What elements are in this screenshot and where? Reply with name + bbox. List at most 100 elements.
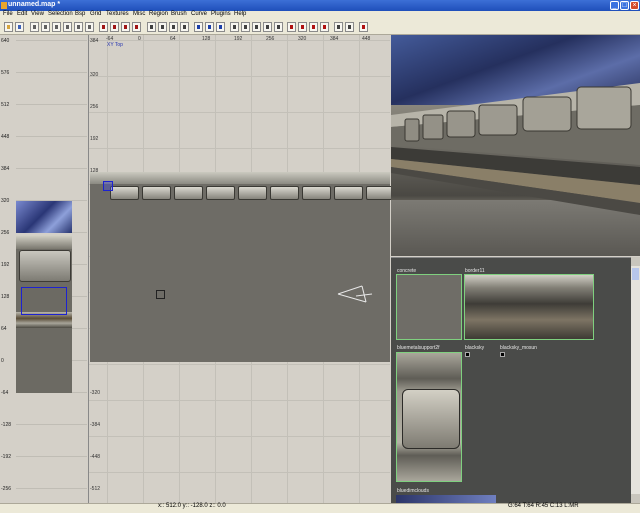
change-view-button[interactable] bbox=[194, 22, 203, 32]
open-button[interactable] bbox=[4, 22, 13, 32]
texture-thumb-border11[interactable] bbox=[464, 274, 594, 340]
close-button[interactable]: × bbox=[630, 1, 639, 10]
texture-view-icon bbox=[208, 25, 211, 29]
flip-y-icon bbox=[44, 25, 47, 29]
texture-lock-button[interactable] bbox=[241, 22, 250, 32]
clipper-icon bbox=[183, 25, 186, 29]
menu-grid[interactable]: Grid bbox=[90, 11, 101, 17]
csg-subtract-button[interactable] bbox=[147, 22, 156, 32]
texture-thumb-bluemetalsupport2f[interactable] bbox=[396, 352, 462, 482]
select-complete-button[interactable] bbox=[99, 22, 108, 32]
xy-axis-label: 384 bbox=[90, 38, 99, 44]
patch-bevel-icon bbox=[290, 25, 293, 29]
wall-panel-brush[interactable] bbox=[206, 186, 235, 200]
wall-panel-brush[interactable] bbox=[174, 186, 203, 200]
wall-panel-brush[interactable] bbox=[334, 186, 363, 200]
menu-curve[interactable]: Curve bbox=[191, 11, 207, 17]
minimize-button[interactable]: _ bbox=[610, 1, 619, 10]
menu-help[interactable]: Help bbox=[234, 11, 246, 17]
wall-panel-brush[interactable] bbox=[110, 186, 139, 200]
texture-thumb-blacksky[interactable] bbox=[465, 352, 470, 357]
rotate-y-button[interactable] bbox=[74, 22, 83, 32]
patch-endcap-button[interactable] bbox=[298, 22, 307, 32]
texture-thumb-bluedimclouds[interactable] bbox=[396, 495, 496, 503]
side-grid-line bbox=[16, 40, 87, 41]
show-entities-button[interactable] bbox=[334, 22, 343, 32]
make-hollow-button[interactable] bbox=[169, 22, 178, 32]
rotate-x-button[interactable] bbox=[63, 22, 72, 32]
cubic-clip-button[interactable] bbox=[216, 22, 225, 32]
patch-drill-button[interactable] bbox=[320, 22, 329, 32]
save-button[interactable] bbox=[15, 22, 24, 32]
select-inside-button[interactable] bbox=[132, 22, 141, 32]
show-paths-button[interactable] bbox=[345, 22, 354, 32]
face-edit-button[interactable] bbox=[274, 22, 283, 32]
xy-grid-line bbox=[89, 364, 390, 365]
xy-grid-line bbox=[89, 436, 390, 437]
menu-brush[interactable]: Brush bbox=[171, 11, 187, 17]
wall-panel-brush[interactable] bbox=[238, 186, 267, 200]
entity-origin-icon[interactable] bbox=[156, 290, 165, 299]
xy-axis-label: 192 bbox=[90, 136, 99, 142]
show-paths-icon bbox=[348, 25, 351, 29]
xy-ruler-label: 448 bbox=[362, 36, 371, 42]
menu-selection[interactable]: Selection bbox=[48, 11, 73, 17]
cubic-clip-icon bbox=[219, 25, 222, 29]
menu-view[interactable]: View bbox=[31, 11, 44, 17]
select-partial-button[interactable] bbox=[121, 22, 130, 32]
floor-brush[interactable] bbox=[90, 172, 390, 362]
xy-grid-line bbox=[89, 400, 390, 401]
texture-thumb-blacksky-mosun[interactable] bbox=[500, 352, 505, 357]
select-touching-button[interactable] bbox=[110, 22, 119, 32]
plugin-button[interactable] bbox=[359, 22, 368, 32]
wall-cap-preview bbox=[16, 235, 72, 249]
selected-brush-outline[interactable] bbox=[21, 287, 67, 315]
side-tick-label: 448 bbox=[1, 134, 10, 140]
menu-textures[interactable]: Textures bbox=[106, 11, 129, 17]
texture-lock-icon bbox=[244, 25, 247, 29]
scroll-down-arrow[interactable] bbox=[631, 494, 640, 503]
rotate-z-button[interactable] bbox=[85, 22, 94, 32]
menu-region[interactable]: Region bbox=[149, 11, 168, 17]
flip-z-button[interactable] bbox=[52, 22, 61, 32]
camera-move-button[interactable] bbox=[230, 22, 239, 32]
side-tick-label: -256 bbox=[1, 486, 12, 492]
wall-panel-brush[interactable] bbox=[270, 186, 299, 200]
edge-edit-button[interactable] bbox=[263, 22, 272, 32]
cursor-coordinates: x:: 512.0 y:: -128.0 z:: 0.0 bbox=[158, 503, 226, 509]
texture-label: blacksky bbox=[465, 345, 485, 351]
patch-cone-button[interactable] bbox=[309, 22, 318, 32]
selected-entity-marker[interactable] bbox=[103, 181, 113, 191]
rotate-z-icon bbox=[88, 25, 91, 29]
vertex-edit-icon bbox=[255, 25, 258, 29]
select-inside-icon bbox=[135, 25, 138, 29]
menu-misc[interactable]: Misc bbox=[133, 11, 145, 17]
scroll-thumb[interactable] bbox=[632, 268, 639, 280]
wall-panel-brush[interactable] bbox=[302, 186, 331, 200]
texture-thumb-concrete[interactable] bbox=[396, 274, 462, 340]
patch-bevel-button[interactable] bbox=[287, 22, 296, 32]
flip-x-button[interactable] bbox=[30, 22, 39, 32]
title-bar: unnamed.map * _ □ × bbox=[0, 0, 640, 11]
xy-grid-line bbox=[89, 112, 390, 113]
side-tick-label: 512 bbox=[1, 102, 10, 108]
view-name-label: XY Top bbox=[107, 42, 123, 48]
xy-ruler-label: 128 bbox=[202, 36, 211, 42]
texture-scrollbar[interactable] bbox=[631, 257, 640, 503]
camera-icon[interactable] bbox=[336, 282, 376, 306]
texture-view-button[interactable] bbox=[205, 22, 214, 32]
menu-file[interactable]: File bbox=[3, 11, 13, 17]
camera-wall-panels bbox=[391, 83, 640, 215]
csg-merge-button[interactable] bbox=[158, 22, 167, 32]
side-tick-label: 640 bbox=[1, 38, 10, 44]
wall-panel-brush[interactable] bbox=[142, 186, 171, 200]
flip-y-button[interactable] bbox=[41, 22, 50, 32]
clipper-button[interactable] bbox=[180, 22, 189, 32]
vertex-edit-button[interactable] bbox=[252, 22, 261, 32]
maximize-button[interactable]: □ bbox=[620, 1, 629, 10]
menu-bsp[interactable]: Bsp bbox=[75, 11, 85, 17]
menu-plugins[interactable]: Plugins bbox=[211, 11, 231, 17]
scroll-up-arrow[interactable] bbox=[631, 257, 640, 266]
menu-edit[interactable]: Edit bbox=[17, 11, 27, 17]
app-icon bbox=[1, 2, 7, 9]
